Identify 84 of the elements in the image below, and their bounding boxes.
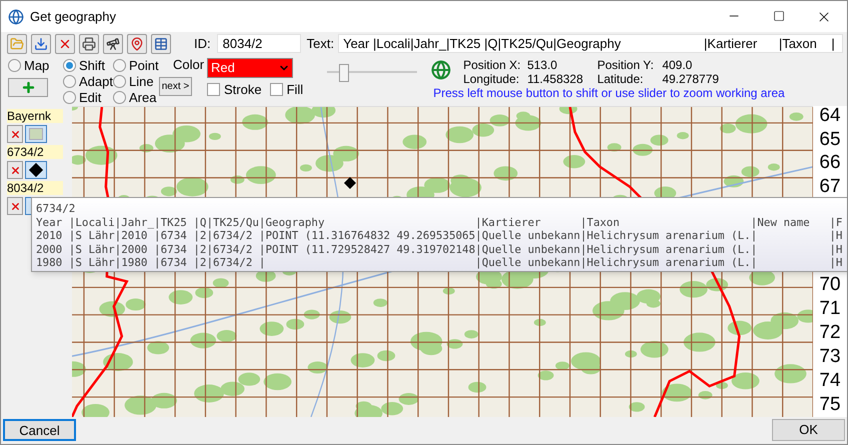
diamond-marker-icon[interactable] [344, 177, 356, 189]
color-label: Color [173, 58, 206, 71]
next-button[interactable]: next > [159, 77, 192, 96]
longitude-value: 11.458328 [527, 72, 584, 86]
window-title: Get geography [30, 8, 116, 26]
text-label: Text: [306, 34, 334, 53]
ruler-number: 65 [819, 130, 841, 150]
cancel-button[interactable]: Cancel [3, 419, 76, 441]
remove-layer-button[interactable] [7, 125, 23, 143]
position-x-label: Position X: [463, 58, 522, 72]
remove-layer-button[interactable] [7, 197, 23, 215]
color-dropdown[interactable]: Red [207, 58, 293, 78]
id-label: ID: [194, 34, 211, 53]
radio-button[interactable] [113, 91, 126, 104]
radio-button[interactable] [63, 91, 76, 104]
pin-button[interactable] [127, 34, 147, 54]
printer-icon [82, 36, 96, 50]
pin-icon [130, 36, 144, 50]
globe-icon [431, 60, 452, 80]
telescope-icon [106, 36, 120, 50]
latitude-label: Latitude: [597, 72, 644, 86]
maximize-icon[interactable] [773, 10, 785, 22]
ok-button[interactable]: OK [772, 419, 845, 441]
position-x-value: 513.0 [527, 58, 558, 72]
plus-icon [20, 80, 36, 95]
download-icon [34, 36, 48, 50]
radio-label: Adapt [79, 75, 113, 88]
position-y-value: 409.0 [662, 58, 694, 72]
radio-button[interactable] [113, 59, 126, 72]
radio-label: Map [24, 59, 50, 72]
remove-layer-button[interactable] [7, 161, 23, 179]
radio-label: Area [129, 91, 156, 104]
longitude-label: Longitude: [463, 72, 520, 86]
table-icon [154, 36, 168, 50]
text-field[interactable]: Year |Locali|Jahr_|TK25 |Q|TK25/Qu|Geography |Kartierer |Taxon | [338, 34, 844, 53]
close-icon [10, 200, 20, 212]
hint-text: Press left mouse button to shift or use slider to zoom working area [433, 86, 785, 100]
map-thumbnail-icon [29, 128, 43, 140]
zoom-slider[interactable] [327, 64, 418, 80]
layer-label: 8034/2 [7, 181, 63, 195]
add-button[interactable] [8, 78, 48, 97]
tooltip-line: 1980 |S Lähr|1980 |6734 |2|6734/2 | |Quelle unbekann|Helichrysum arenarium (L.| |H [36, 256, 842, 270]
globe-icon [8, 8, 24, 24]
ruler-number: 66 [819, 153, 841, 173]
radio-button[interactable] [63, 59, 76, 72]
checkbox-label: Fill [286, 83, 304, 96]
checkbox-label: Stroke [224, 83, 262, 96]
checkbox[interactable] [207, 83, 220, 96]
ruler-number: 75 [819, 394, 841, 415]
position-y-label: Position Y: [597, 58, 655, 72]
tooltip-line: 2000 |S Lähr|2000 |6734 |2|6734/2 |POINT (11.729528427 49.319702148|Quelle unbekann|Helichrysum arenarium (L.| |H [36, 242, 842, 256]
ruler-number: 67 [819, 176, 841, 196]
layer-label: Bayernk [7, 109, 63, 123]
radio-button[interactable] [113, 75, 126, 88]
radio-label: Edit [79, 91, 102, 104]
open-button[interactable] [7, 34, 27, 54]
ruler-number: 74 [819, 370, 841, 391]
ruler-number: 72 [819, 322, 841, 343]
folder-icon [10, 36, 24, 50]
radio-label: Point [129, 59, 159, 72]
tooltip-line: 6734/2 [36, 202, 76, 216]
layer-button[interactable] [25, 161, 47, 179]
ruler-number: 71 [819, 298, 841, 319]
slider-thumb[interactable] [339, 64, 350, 82]
radio-label: Shift [79, 59, 106, 72]
tooltip-line: Year |Locali|Jahr_|TK25 |Q|TK25/Qu|Geography |Kartierer |Taxon |New name |F [36, 216, 842, 230]
latitude-value: 49.278779 [662, 72, 720, 86]
id-field[interactable]: 8034/2 [216, 34, 301, 53]
layer-label: 6734/2 [7, 145, 63, 159]
close-icon [10, 164, 20, 176]
tooltip-line: 2010 |S Lähr|2010 |6734 |2|6734/2 |POINT (11.316764832 49.269535065|Quelle unbekann|Helichrysum arenarium (L.| |H [36, 229, 842, 243]
radio-label: Line [129, 75, 154, 88]
radio-button[interactable] [8, 59, 21, 72]
table-button[interactable] [151, 34, 171, 54]
ruler-number: 70 [819, 274, 841, 294]
close-icon [10, 128, 20, 140]
delete-button[interactable] [55, 34, 75, 54]
download-button[interactable] [31, 34, 51, 54]
ruler-number: 64 [819, 106, 841, 126]
checkbox[interactable] [270, 83, 283, 96]
print-button[interactable] [79, 34, 99, 54]
telescope-button[interactable] [103, 34, 123, 54]
radio-button[interactable] [63, 75, 76, 88]
ruler-number: 73 [819, 346, 841, 367]
